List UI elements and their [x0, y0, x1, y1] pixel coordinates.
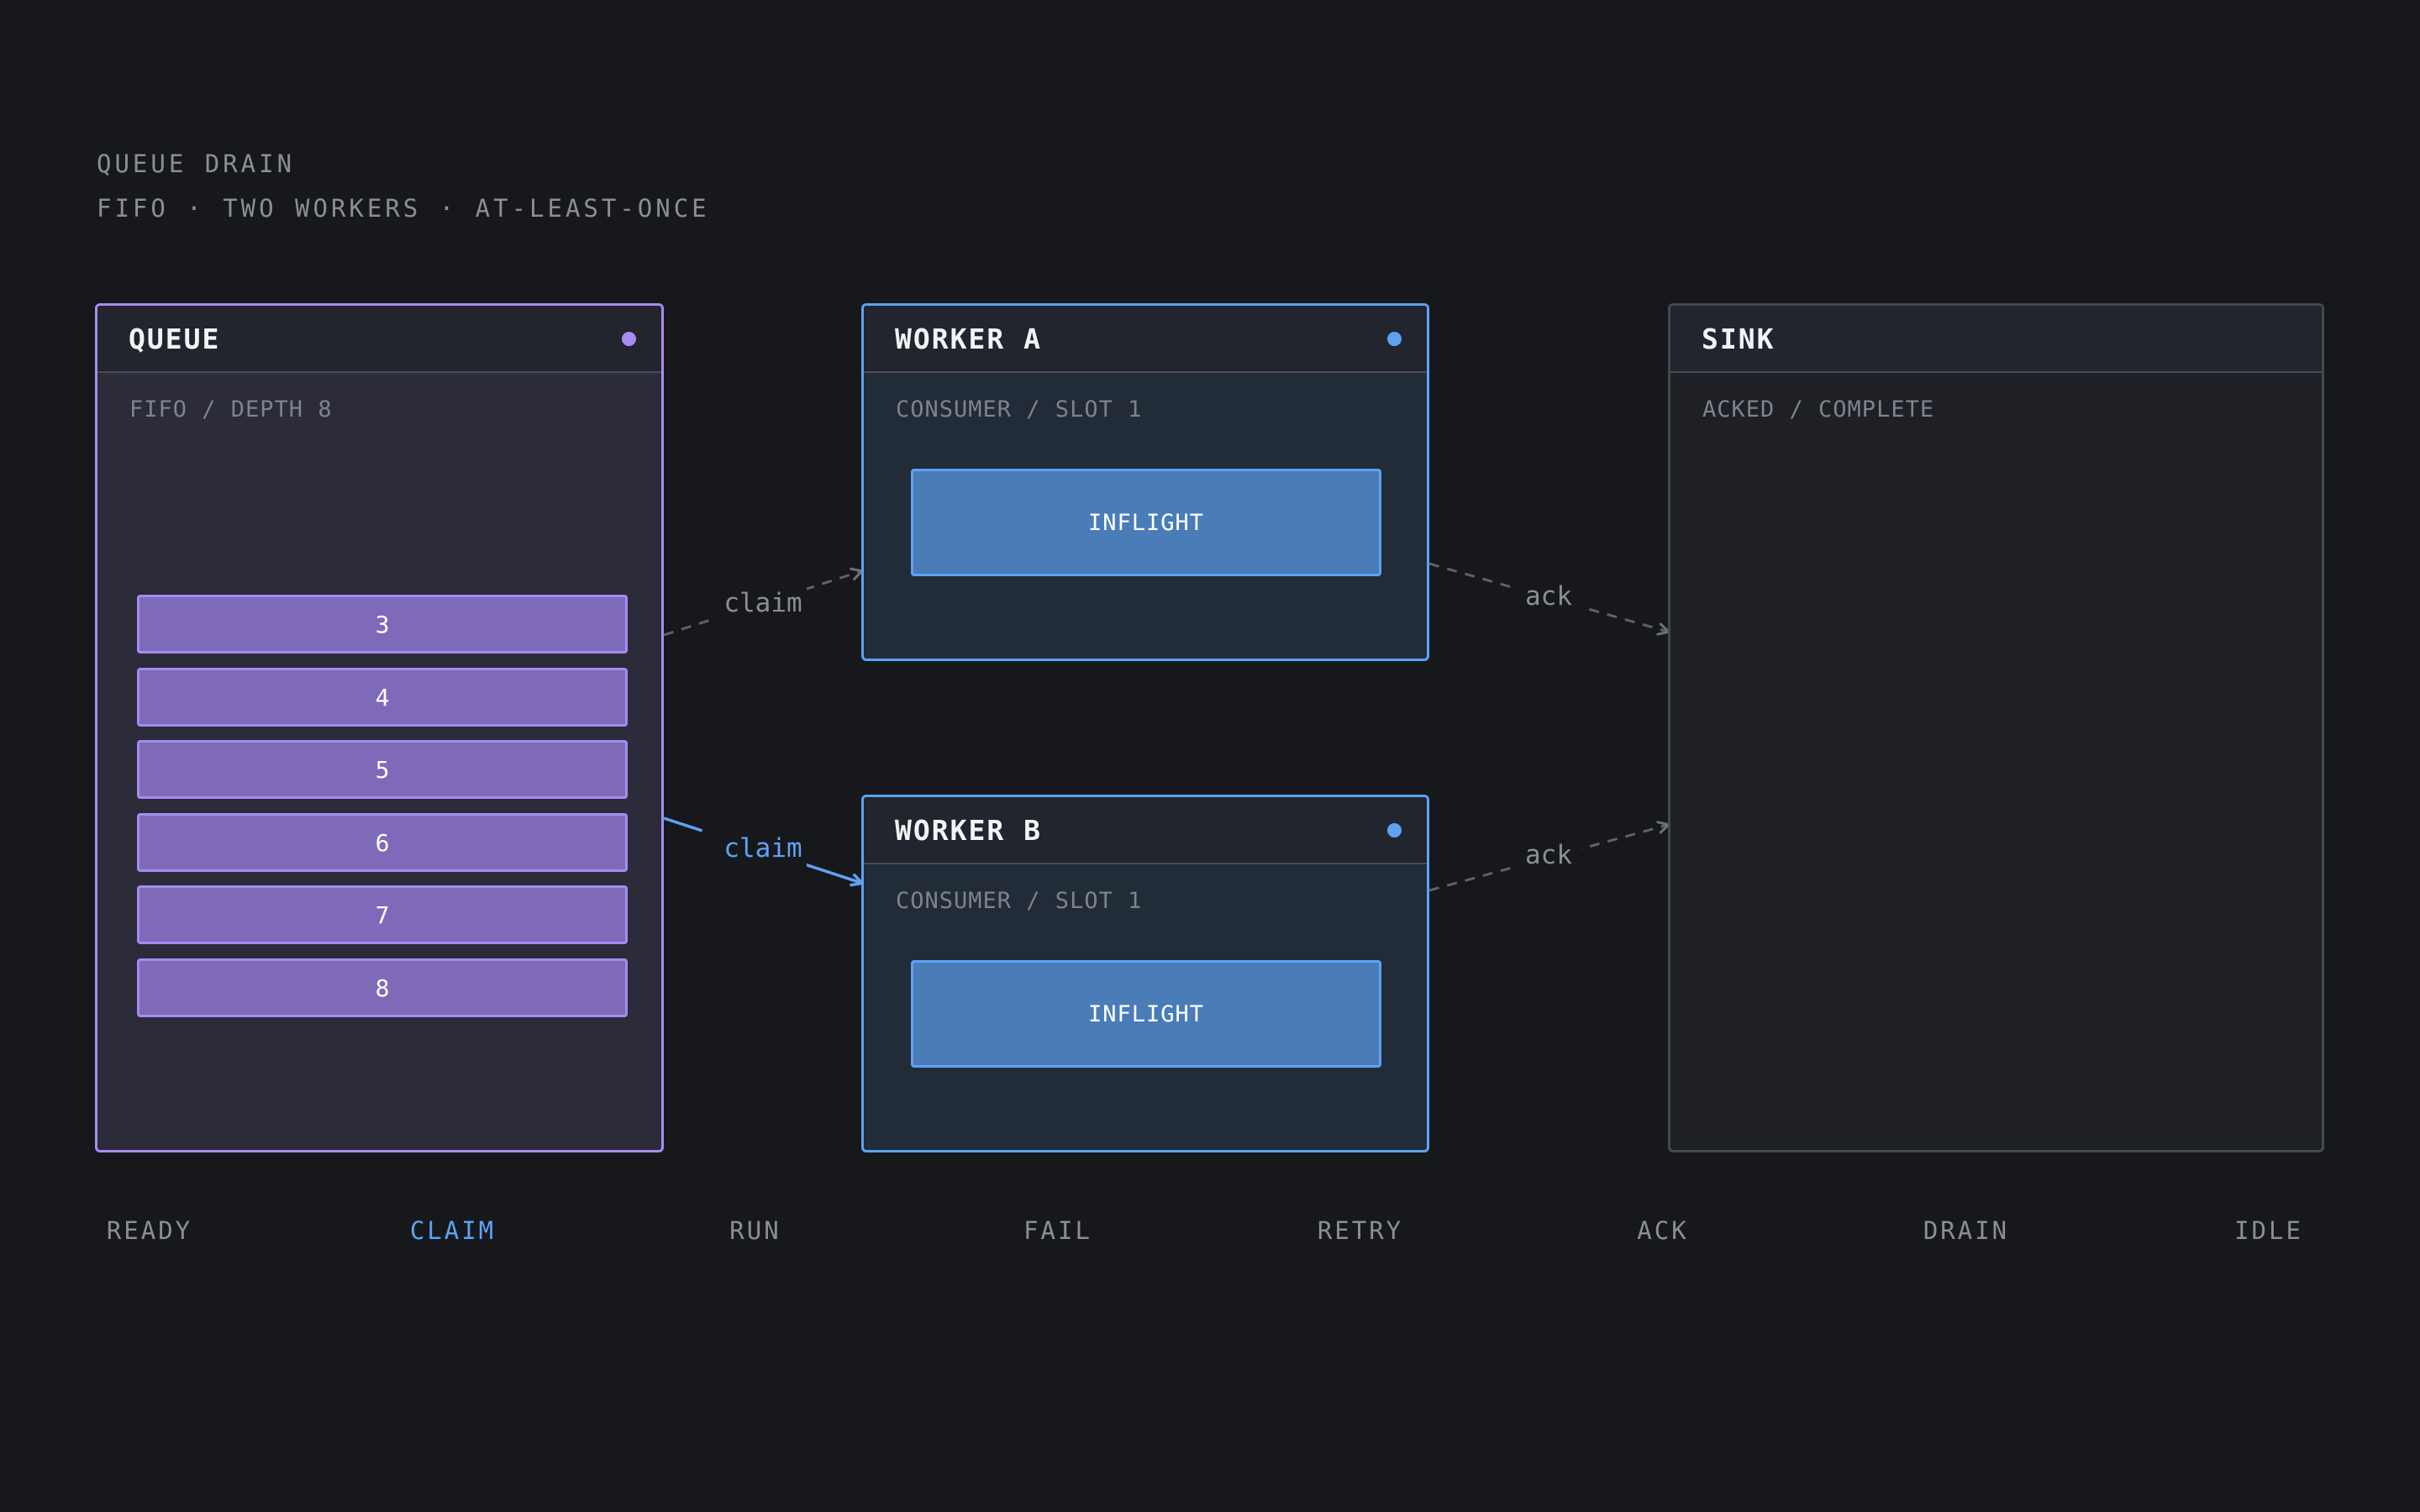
sink-subtitle: ACKED / COMPLETE	[1702, 396, 1935, 423]
queue-status-dot-icon	[622, 331, 636, 346]
queue-item[interactable]: 4	[137, 668, 628, 727]
queue-item[interactable]: 7	[137, 885, 628, 944]
sink-header: SINK	[1670, 306, 2322, 373]
step-retry[interactable]: RETRY	[1285, 1216, 1436, 1245]
step-run[interactable]: RUN	[680, 1216, 831, 1245]
worker-a-inflight-job[interactable]: INFLIGHT	[911, 469, 1381, 576]
step-ack[interactable]: ACK	[1587, 1216, 1739, 1245]
queue-header: QUEUE	[97, 306, 661, 373]
worker-a-header: WORKER A	[864, 306, 1427, 373]
ack-label-b: ack	[1525, 840, 1572, 870]
queue-item[interactable]: 6	[137, 813, 628, 872]
queue-title: QUEUE	[129, 322, 221, 355]
worker-b-subtitle: CONSUMER / SLOT 1	[896, 888, 1143, 914]
worker-a-subtitle: CONSUMER / SLOT 1	[896, 396, 1143, 423]
ack-label-a: ack	[1525, 581, 1572, 612]
queue-item[interactable]: 8	[137, 958, 628, 1017]
step-fail[interactable]: FAIL	[982, 1216, 1134, 1245]
claim-label-a: claim	[723, 588, 802, 618]
worker-b-header: WORKER B	[864, 797, 1427, 864]
queue-subtitle: FIFO / DEPTH 8	[129, 396, 333, 423]
worker-b-status-dot-icon	[1387, 822, 1402, 837]
worker-b-inflight-job[interactable]: INFLIGHT	[911, 960, 1381, 1068]
step-idle[interactable]: IDLE	[2193, 1216, 2344, 1245]
queue-item[interactable]: 3	[137, 595, 628, 654]
claim-label-b: claim	[723, 833, 802, 864]
worker-a-node[interactable]: WORKER A CONSUMER / SLOT 1 INFLIGHT	[861, 303, 1429, 661]
worker-b-title: WORKER B	[895, 813, 1042, 847]
sink-node[interactable]: SINK ACKED / COMPLETE	[1668, 303, 2324, 1152]
worker-a-status-dot-icon	[1387, 331, 1402, 346]
worker-a-title: WORKER A	[895, 322, 1042, 355]
step-drain[interactable]: DRAIN	[1891, 1216, 2042, 1245]
queue-node[interactable]: QUEUE FIFO / DEPTH 8 3 4 5 6 7 8	[95, 303, 664, 1152]
step-claim[interactable]: CLAIM	[377, 1216, 529, 1245]
queue-item[interactable]: 5	[137, 740, 628, 799]
step-ready[interactable]: READY	[74, 1216, 225, 1245]
sink-title: SINK	[1702, 322, 1776, 355]
worker-b-node[interactable]: WORKER B CONSUMER / SLOT 1 INFLIGHT	[861, 795, 1429, 1152]
